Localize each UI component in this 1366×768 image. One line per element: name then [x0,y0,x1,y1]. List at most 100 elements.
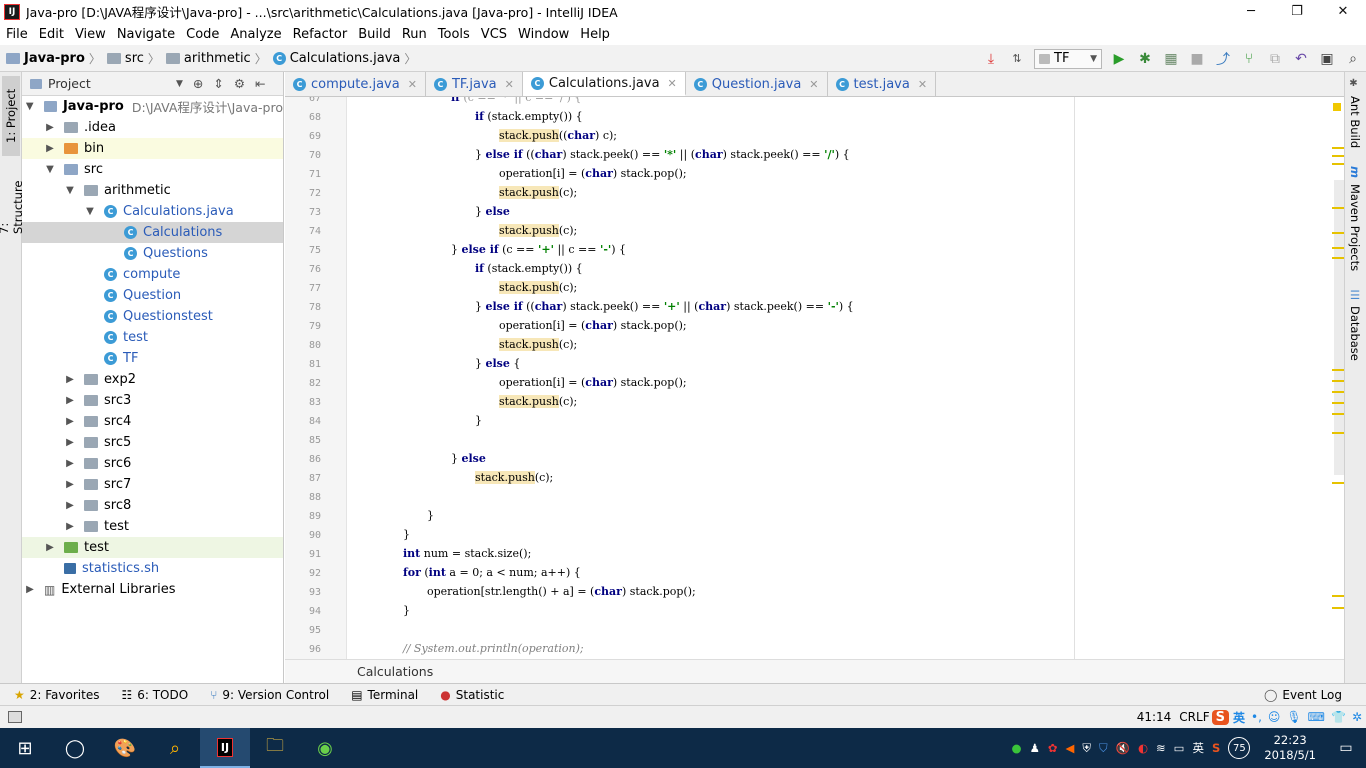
menu-analyze[interactable]: Analyze [224,27,286,42]
tree-item-question[interactable]: C Question [22,285,283,306]
expand-arrow-icon[interactable]: ▶ [64,374,76,385]
crumb-file[interactable]: C Calculations.java 〉 [267,50,416,67]
tab-test-java[interactable]: C test.java ✕ [828,72,937,96]
tree-item-idea[interactable]: ▶ .idea [22,117,283,138]
expand-arrow-icon[interactable]: ▶ [64,395,76,406]
notification-icon[interactable]: ▭ [1326,728,1366,768]
sogou-tray-icon[interactable]: S [1212,741,1220,755]
tab-question-java[interactable]: C Question.java ✕ [686,72,828,96]
close-icon[interactable]: ✕ [668,77,677,90]
tree-item-external-libraries[interactable]: ▶ ▥ External Libraries [22,579,283,600]
intellij-taskbar-icon[interactable]: IJ [200,728,250,768]
menu-view[interactable]: View [69,27,111,42]
stripe-marker[interactable] [1332,257,1344,259]
expand-arrow-icon[interactable]: ▶ [64,500,76,511]
caret-position[interactable]: 41:14 [1137,710,1172,724]
tree-item-src[interactable]: ▼ src [22,159,283,180]
close-icon[interactable]: ✕ [918,78,927,91]
expand-arrow-icon[interactable]: ▶ [64,437,76,448]
expand-arrow-icon[interactable]: ▼ [24,101,36,112]
tree-item-calculations-java[interactable]: ▼ C Calculations.java [22,201,283,222]
close-icon[interactable]: ✕ [408,78,417,91]
expand-arrow-icon[interactable]: ▶ [24,584,36,595]
event-log-button[interactable]: ◯ Event Log [1264,688,1342,702]
file-explorer-icon[interactable]: 🗀 [250,728,300,768]
security-tray-icon[interactable]: ⛨ [1082,741,1091,756]
tree-item-src8[interactable]: ▶ src8 [22,495,283,516]
stop-icon[interactable]: ■ [1184,49,1210,69]
cortana-search-icon[interactable]: ◯ [50,728,100,768]
project-view-label[interactable]: Project [48,76,176,91]
clock[interactable]: 22:23 2018/5/1 [1264,733,1316,763]
close-icon[interactable]: ✕ [809,78,818,91]
close-button[interactable]: ✕ [1320,0,1366,23]
favorites-tool-button[interactable]: ★ 2: Favorites [14,688,99,702]
download-icon[interactable]: ⤓ [978,49,1004,69]
stripe-marker[interactable] [1332,595,1344,597]
windows-start-icon[interactable]: ⊞ [0,728,50,768]
stripe-marker[interactable] [1332,147,1344,149]
structure-tool-tab[interactable]: 7: Structure [0,168,25,235]
inspection-status-icon[interactable] [1333,103,1341,111]
stripe-marker[interactable] [1332,432,1344,434]
stripe-marker[interactable] [1332,380,1344,382]
menu-help[interactable]: Help [574,27,615,42]
shield-tray-icon[interactable]: ⛉ [1099,741,1108,756]
run-icon[interactable]: ▶ [1106,49,1132,69]
tree-item-src4[interactable]: ▶ src4 [22,411,283,432]
menu-tools[interactable]: Tools [432,27,475,42]
language-indicator[interactable]: 英 [1193,740,1205,756]
todo-tool-button[interactable]: ☷ 6: TODO [121,688,188,702]
expand-arrow-icon[interactable]: ▶ [44,542,56,553]
crumb-src[interactable]: src 〉 [101,50,160,67]
menu-vcs[interactable]: VCS [475,27,512,42]
media-tray-icon[interactable]: ◀ [1066,741,1075,755]
emoji-icon[interactable]: ☺ [1268,710,1281,724]
tree-item-questionstest[interactable]: C Questionstest [22,306,283,327]
qq-tray-icon[interactable]: ♟ [1030,741,1040,755]
expand-arrow-icon[interactable]: ▶ [44,143,56,154]
tree-item-test-root[interactable]: ▶ test [22,537,283,558]
statistic-tool-button[interactable]: ● Statistic [440,688,504,702]
search-icon[interactable]: ⌕ [1340,49,1366,69]
database-tab[interactable]: Database [1348,306,1362,361]
coverage-icon[interactable]: ▦ [1158,49,1184,69]
tree-item-statistics[interactable]: statistics.sh [22,558,283,579]
menu-navigate[interactable]: Navigate [111,27,180,42]
project-structure-icon[interactable]: ▣ [1314,49,1340,69]
sort-icon[interactable]: ⇅ [1004,49,1030,69]
vcs-update-icon[interactable]: ⤴ [1210,49,1236,69]
stripe-marker[interactable] [1332,247,1344,249]
punct-icon[interactable]: •, [1251,710,1262,724]
tree-item-test-class[interactable]: C test [22,327,283,348]
stripe-marker[interactable] [1332,482,1344,484]
keyboard-icon[interactable]: ⌨ [1308,710,1325,724]
menu-run[interactable]: Run [396,27,432,42]
stripe-marker[interactable] [1332,155,1344,157]
tree-item-bin[interactable]: ▶ bin [22,138,283,159]
expand-arrow-icon[interactable]: ▶ [64,458,76,469]
ant-build-tab[interactable]: Ant Build [1348,96,1362,148]
microphone-icon[interactable]: 🎙 [1286,710,1301,724]
stripe-marker[interactable] [1332,207,1344,209]
battery-icon[interactable]: ▭ [1174,741,1185,755]
tree-item-calculations[interactable]: C Calculations [22,222,283,243]
stripe-marker[interactable] [1332,607,1344,609]
debug-icon[interactable]: ✱ [1132,49,1158,69]
tree-item-exp2[interactable]: ▶ exp2 [22,369,283,390]
menu-build[interactable]: Build [352,27,396,42]
line-separator[interactable]: CRLF [1179,710,1209,724]
minimize-button[interactable]: ─ [1228,0,1274,23]
expand-arrow-icon[interactable]: ▶ [44,122,56,133]
ime-mode[interactable]: 英 [1233,709,1245,726]
skin-icon[interactable]: 👕 [1331,710,1346,724]
breadcrumb-class[interactable]: Calculations [357,664,433,679]
wechat-tray-icon[interactable]: ● [1012,741,1022,755]
stripe-marker[interactable] [1332,413,1344,415]
stripe-marker[interactable] [1332,232,1344,234]
hide-icon[interactable]: ⇤ [255,76,265,91]
tree-item-tf[interactable]: C TF [22,348,283,369]
maven-projects-tab[interactable]: Maven Projects [1348,184,1362,271]
crumb-project[interactable]: Java-pro 〉 [0,50,101,67]
volume-mute-icon[interactable]: 🔇 [1116,741,1130,755]
